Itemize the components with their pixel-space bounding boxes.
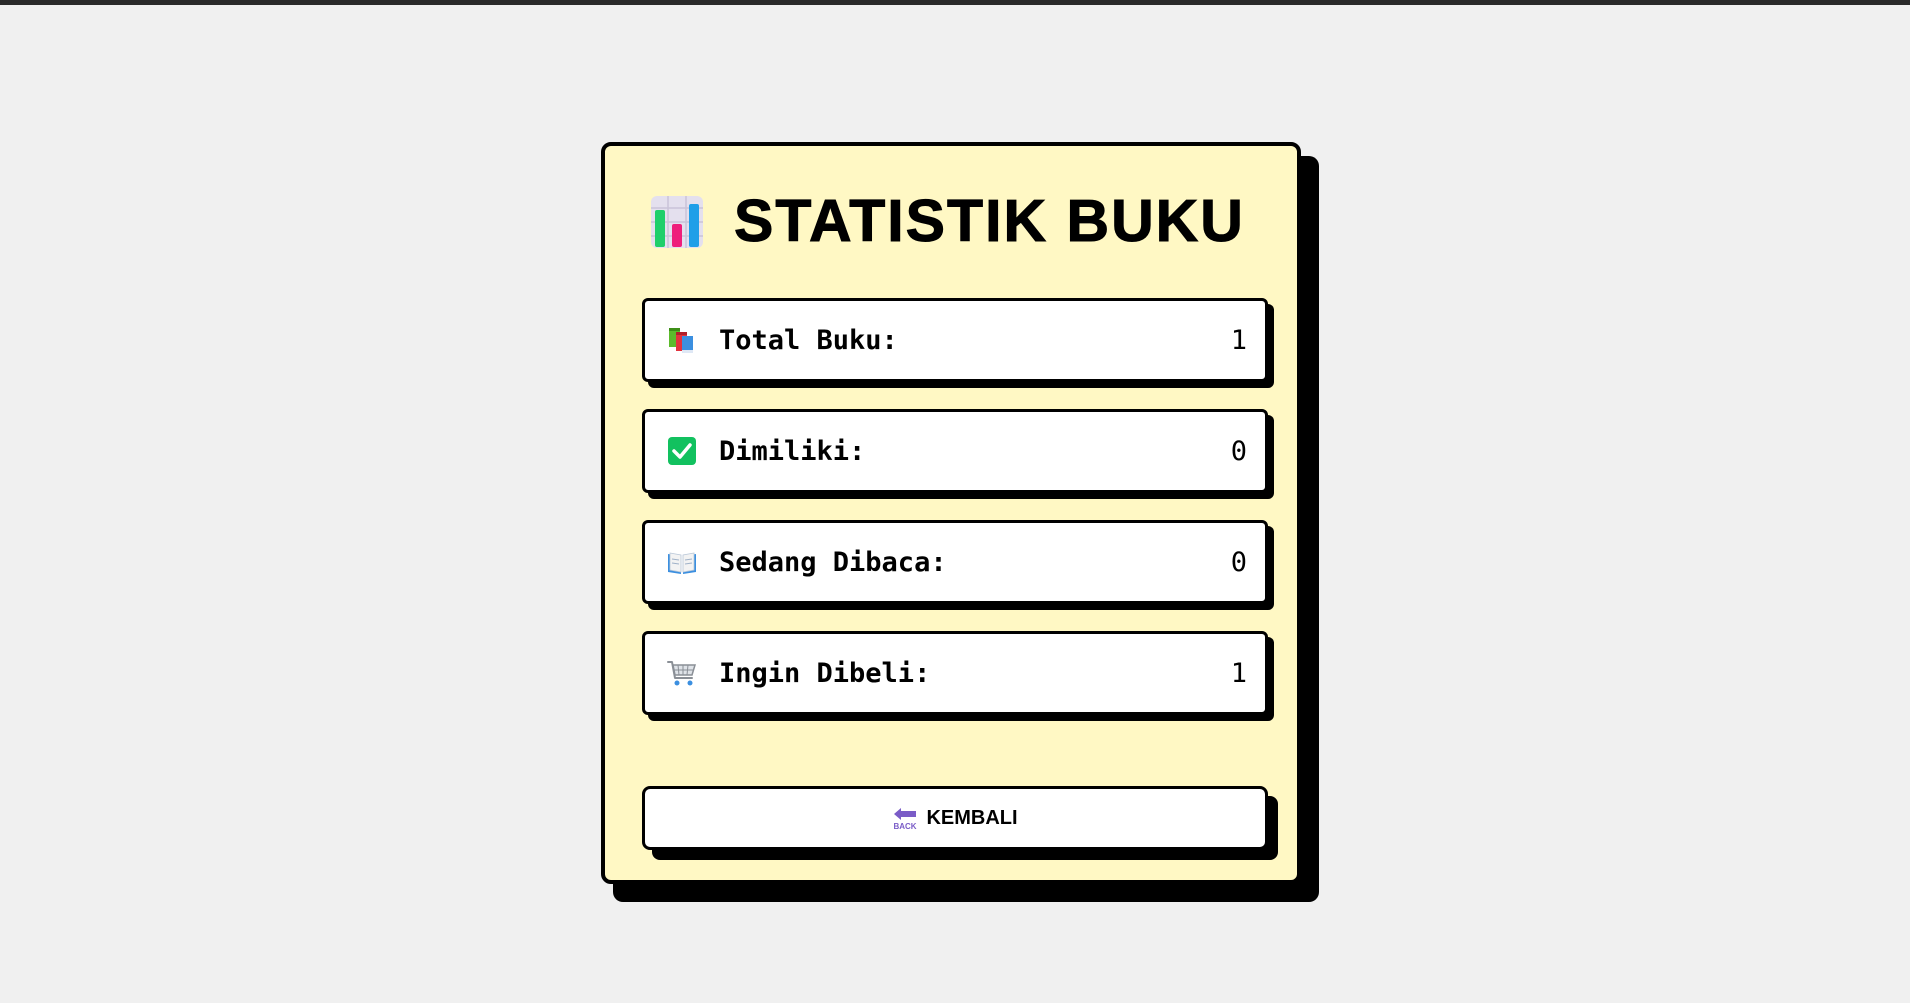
page-title: STATISTIK BUKU bbox=[734, 188, 1245, 254]
back-button-wrap: BACK KEMBALI bbox=[642, 786, 1282, 862]
stat-value: 1 bbox=[1230, 657, 1247, 689]
stat-label: Sedang Dibaca: bbox=[719, 546, 947, 578]
back-arrow-icon: BACK bbox=[894, 808, 917, 831]
svg-text:BACK: BACK bbox=[894, 822, 917, 831]
stat-row-sedang-dibaca: Sedang Dibaca: 0 bbox=[642, 520, 1268, 604]
stat-dimiliki-wrap: Dimiliki: 0 bbox=[642, 409, 1274, 499]
stat-row-dimiliki: Dimiliki: 0 bbox=[642, 409, 1268, 493]
stat-value: 1 bbox=[1230, 324, 1247, 356]
stat-total-wrap: Total Buku: 1 bbox=[642, 298, 1274, 388]
title-row: STATISTIK BUKU bbox=[650, 188, 1245, 254]
page-background: STATISTIK BUKU Total Buku: 1 Dimiliki: 0… bbox=[0, 5, 1910, 1003]
stat-dibaca-wrap: Sedang Dibaca: 0 bbox=[642, 520, 1274, 610]
books-icon bbox=[669, 328, 693, 353]
back-button-label: KEMBALI bbox=[926, 806, 1018, 829]
stat-label: Ingin Dibeli: bbox=[719, 657, 931, 689]
shopping-cart-icon bbox=[667, 661, 697, 686]
bar-chart-icon bbox=[651, 195, 703, 248]
check-mark-icon bbox=[668, 437, 696, 465]
stat-dibeli-wrap: Ingin Dibeli: 1 bbox=[642, 631, 1274, 721]
stat-row-total-buku: Total Buku: 1 bbox=[642, 298, 1268, 382]
stat-label: Dimiliki: bbox=[719, 435, 866, 467]
stat-row-ingin-dibeli: Ingin Dibeli: 1 bbox=[642, 631, 1268, 715]
stat-label: Total Buku: bbox=[719, 324, 898, 356]
stat-value: 0 bbox=[1230, 435, 1247, 467]
stat-value: 0 bbox=[1230, 546, 1247, 578]
stats-card: STATISTIK BUKU Total Buku: 1 Dimiliki: 0… bbox=[601, 142, 1301, 884]
back-button[interactable]: BACK KEMBALI bbox=[642, 786, 1268, 850]
open-book-icon bbox=[668, 552, 696, 574]
